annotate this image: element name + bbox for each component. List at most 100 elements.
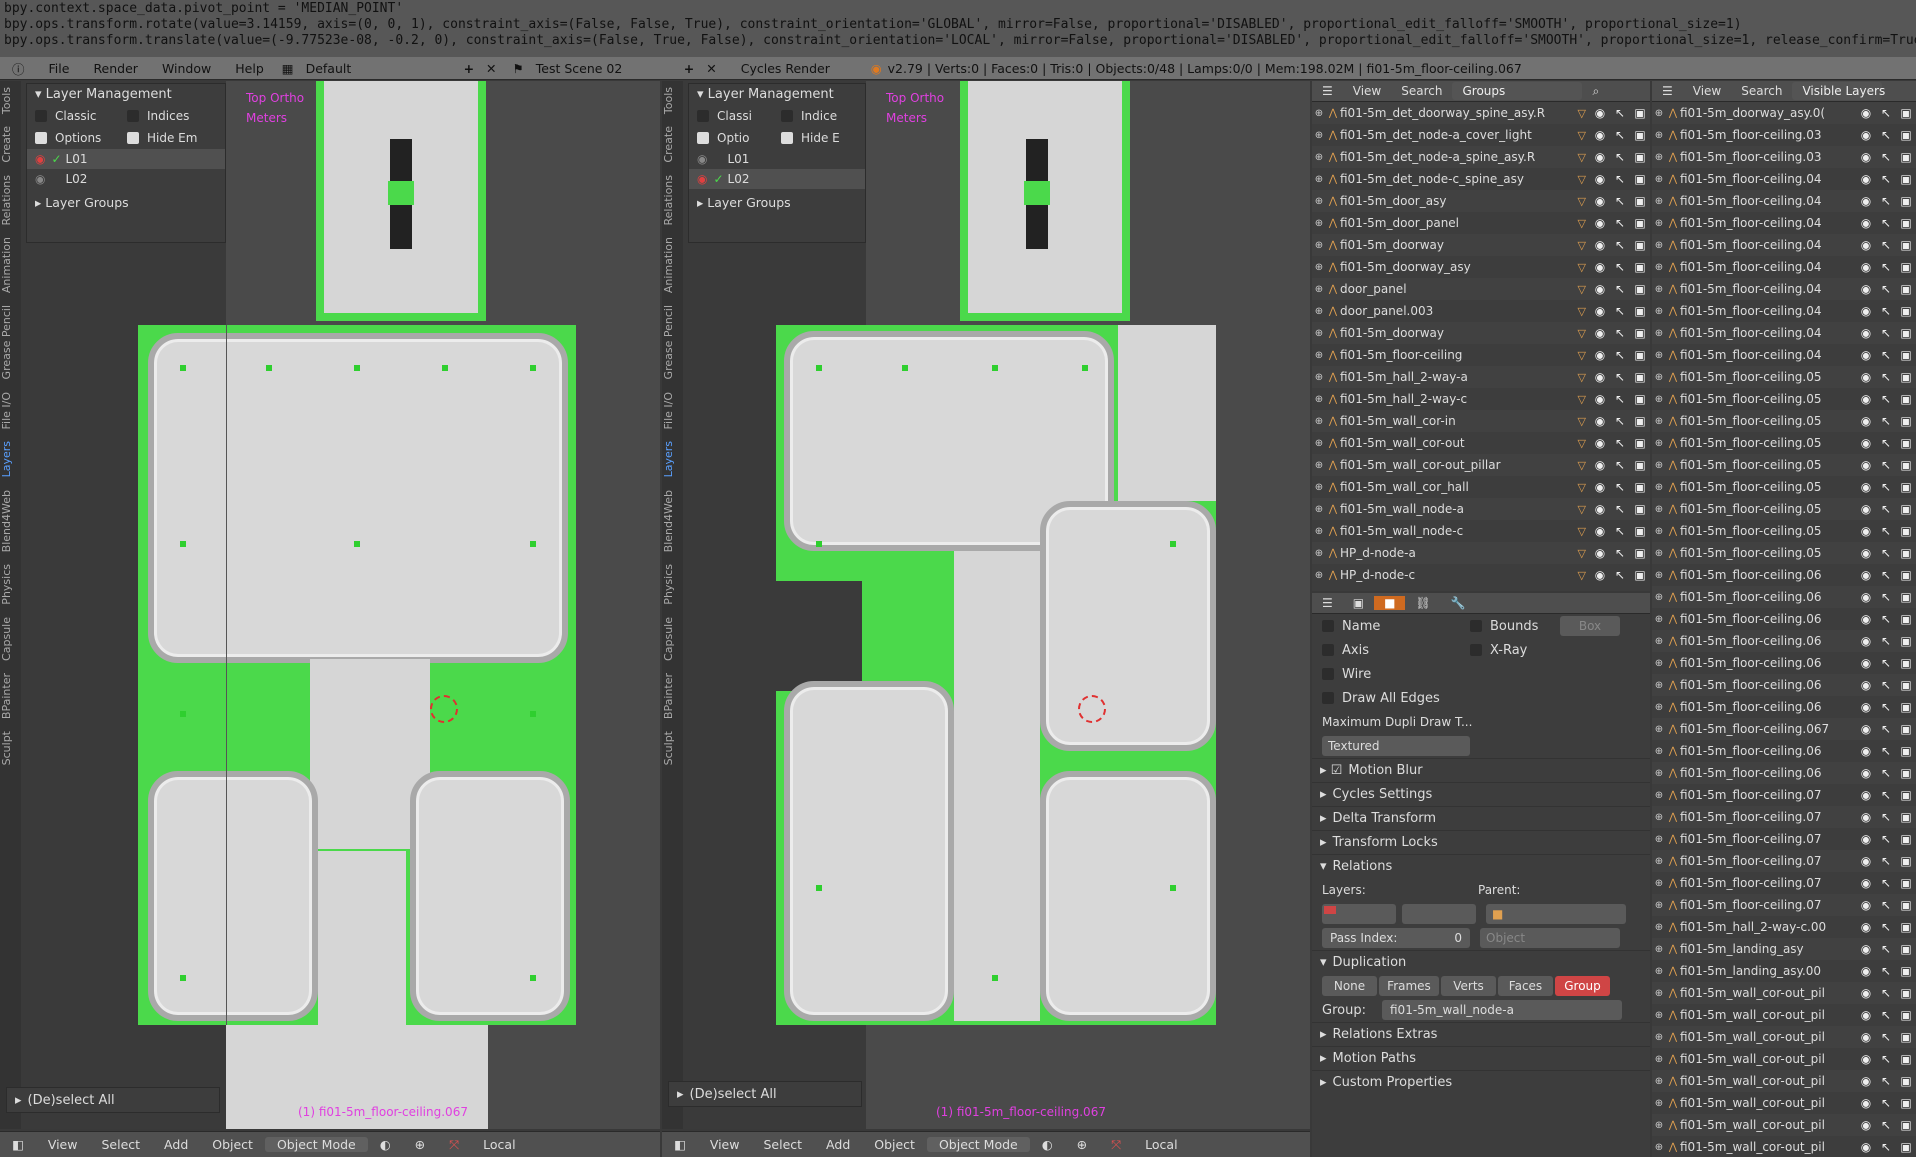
cursor-icon[interactable]: ↖ bbox=[1876, 1030, 1896, 1044]
eye-icon[interactable]: ◉ bbox=[1590, 524, 1610, 538]
expand-icon[interactable]: ⊕ bbox=[1652, 394, 1666, 405]
eye-icon[interactable]: ◉ bbox=[1856, 744, 1876, 758]
eye-icon[interactable]: ◉ bbox=[1590, 436, 1610, 450]
panel-relations-extras[interactable]: ▸ Relations Extras bbox=[1312, 1022, 1650, 1046]
close-layout-icon[interactable]: ✕ bbox=[480, 61, 502, 76]
eye-icon[interactable]: ◉ bbox=[1856, 568, 1876, 582]
eye-icon[interactable]: ◉ bbox=[1856, 502, 1876, 516]
outliner-row[interactable]: ⊕ ⋀ fi01-5m_door_panel ▽ ◉ ↖ ▣ bbox=[1312, 212, 1650, 234]
tab-animation[interactable]: Animation bbox=[0, 231, 13, 299]
cursor-icon[interactable]: ↖ bbox=[1610, 194, 1630, 208]
eye-icon[interactable]: ◉ bbox=[35, 172, 45, 186]
expand-icon[interactable]: ⊕ bbox=[1652, 438, 1666, 449]
cursor-icon[interactable]: ↖ bbox=[1610, 326, 1630, 340]
eye-icon[interactable]: ◉ bbox=[1856, 832, 1876, 846]
expand-icon[interactable]: ⊕ bbox=[1312, 306, 1326, 317]
shading-icon[interactable]: ◐ bbox=[1030, 1137, 1065, 1152]
camera-icon[interactable]: ▣ bbox=[1896, 1118, 1916, 1132]
expand-icon[interactable]: ⊕ bbox=[1652, 856, 1666, 867]
outliner-row[interactable]: ⊕ ⋀ fi01-5m_floor-ceiling.03 ◉ ↖ ▣ bbox=[1652, 124, 1916, 146]
eye-icon[interactable]: ◉ bbox=[697, 172, 707, 186]
outliner-row[interactable]: ⊕ ⋀ fi01-5m_floor-ceiling ▽ ◉ ↖ ▣ bbox=[1312, 344, 1650, 366]
expand-icon[interactable]: ⊕ bbox=[1312, 108, 1326, 119]
cursor-icon[interactable]: ↖ bbox=[1610, 150, 1630, 164]
eye-icon[interactable]: ◉ bbox=[1590, 392, 1610, 406]
camera-icon[interactable]: ▣ bbox=[1896, 546, 1916, 560]
expand-icon[interactable]: ⊕ bbox=[1652, 526, 1666, 537]
dup-verts-button[interactable]: Verts bbox=[1441, 976, 1496, 996]
camera-icon[interactable]: ▣ bbox=[1896, 634, 1916, 648]
expand-icon[interactable]: ⊕ bbox=[1312, 262, 1326, 273]
outliner-row[interactable]: ⊕ ⋀ fi01-5m_det_doorway_spine_asy.R ▽ ◉ ↖ ▣ bbox=[1312, 102, 1650, 124]
expand-icon[interactable]: ⊕ bbox=[1312, 482, 1326, 493]
eye-icon[interactable]: ◉ bbox=[1856, 876, 1876, 890]
mode-selector[interactable]: Object Mode bbox=[926, 1137, 1030, 1152]
cursor-icon[interactable]: ↖ bbox=[1876, 942, 1896, 956]
camera-icon[interactable]: ▣ bbox=[1896, 326, 1916, 340]
outliner-search-menu[interactable]: Search bbox=[1731, 84, 1792, 98]
camera-icon[interactable]: ▣ bbox=[1630, 128, 1650, 142]
wire-checkbox[interactable] bbox=[1322, 668, 1334, 680]
outliner-row[interactable]: ⊕ ⋀ fi01-5m_floor-ceiling.06 ◉ ↖ ▣ bbox=[1652, 630, 1916, 652]
classic-checkbox[interactable] bbox=[35, 110, 47, 122]
constraints-tab-icon[interactable]: ⛓ bbox=[1405, 596, 1440, 610]
outliner-row[interactable]: ⊕ ⋀ fi01-5m_doorway ▽ ◉ ↖ ▣ bbox=[1312, 234, 1650, 256]
tab-file-io[interactable]: File I/O bbox=[662, 386, 675, 436]
outliner-row[interactable]: ⊕ ⋀ fi01-5m_floor-ceiling.04 ◉ ↖ ▣ bbox=[1652, 322, 1916, 344]
tab-create[interactable]: Create bbox=[0, 120, 13, 169]
outliner-row[interactable]: ⊕ ⋀ fi01-5m_doorway ▽ ◉ ↖ ▣ bbox=[1312, 322, 1650, 344]
outliner-row[interactable]: ⊕ ⋀ fi01-5m_floor-ceiling.04 ◉ ↖ ▣ bbox=[1652, 212, 1916, 234]
options-checkbox[interactable] bbox=[35, 132, 47, 144]
parent-field[interactable]: ■ bbox=[1486, 904, 1626, 924]
tab-relations[interactable]: Relations bbox=[0, 169, 13, 232]
outliner-row[interactable]: ⊕ ⋀ fi01-5m_det_node-c_spine_asy ▽ ◉ ↖ ▣ bbox=[1312, 168, 1650, 190]
cursor-icon[interactable]: ↖ bbox=[1876, 238, 1896, 252]
expand-icon[interactable]: ⊕ bbox=[1652, 306, 1666, 317]
outliner-row[interactable]: ⊕ ⋀ fi01-5m_wall_cor-in ▽ ◉ ↖ ▣ bbox=[1312, 410, 1650, 432]
eye-icon[interactable]: ◉ bbox=[1856, 942, 1876, 956]
layer-row[interactable]: ◉ L02 bbox=[27, 169, 225, 189]
render-engine-selector[interactable]: Cycles Render bbox=[732, 59, 853, 77]
expand-icon[interactable]: ⊕ bbox=[1652, 724, 1666, 735]
cursor-icon[interactable]: ↖ bbox=[1876, 414, 1896, 428]
eye-icon[interactable]: ◉ bbox=[1856, 656, 1876, 670]
tab-physics[interactable]: Physics bbox=[662, 558, 675, 611]
cursor-icon[interactable]: ↖ bbox=[1876, 216, 1896, 230]
tab-relations[interactable]: Relations bbox=[662, 169, 675, 232]
editor-type-icon[interactable]: ◧ bbox=[662, 1137, 698, 1152]
expand-icon[interactable]: ⊕ bbox=[1312, 130, 1326, 141]
camera-icon[interactable]: ▣ bbox=[1896, 370, 1916, 384]
outliner-row[interactable]: ⊕ ⋀ fi01-5m_floor-ceiling.06 ◉ ↖ ▣ bbox=[1652, 740, 1916, 762]
outliner-row[interactable]: ⊕ ⋀ fi01-5m_floor-ceiling.04 ◉ ↖ ▣ bbox=[1652, 256, 1916, 278]
camera-icon[interactable]: ▣ bbox=[1896, 524, 1916, 538]
expand-icon[interactable]: ⊕ bbox=[1652, 174, 1666, 185]
outliner-row[interactable]: ⊕ ⋀ fi01-5m_doorway_asy.0(◉ ↖ ▣ bbox=[1652, 102, 1916, 124]
pivot-icon[interactable]: ⊕ bbox=[403, 1137, 437, 1152]
outliner-row[interactable]: ⊕ ⋀ door_panel.003 ▽ ◉ ↖ ▣ bbox=[1312, 300, 1650, 322]
add-layout-icon[interactable]: + bbox=[458, 61, 480, 76]
outliner-row[interactable]: ⊕ ⋀ fi01-5m_det_node-a_cover_light ▽ ◉ ↖ ▣ bbox=[1312, 124, 1650, 146]
camera-icon[interactable]: ▣ bbox=[1896, 458, 1916, 472]
indices-checkbox[interactable] bbox=[781, 110, 793, 122]
expand-icon[interactable]: ⊕ bbox=[1652, 1032, 1666, 1043]
eye-icon[interactable]: ◉ bbox=[1856, 458, 1876, 472]
cursor-icon[interactable]: ↖ bbox=[1876, 920, 1896, 934]
layout-selector[interactable]: Default bbox=[297, 59, 458, 77]
expand-icon[interactable]: ⊕ bbox=[1312, 218, 1326, 229]
eye-icon[interactable]: ◉ bbox=[1856, 766, 1876, 780]
cursor-icon[interactable]: ↖ bbox=[1610, 128, 1630, 142]
outliner-row[interactable]: ⊕ ⋀ fi01-5m_landing_asy ◉ ↖ ▣ bbox=[1652, 938, 1916, 960]
camera-icon[interactable]: ▣ bbox=[1630, 260, 1650, 274]
eye-icon[interactable]: ◉ bbox=[1856, 1008, 1876, 1022]
outliner-row[interactable]: ⊕ ⋀ fi01-5m_floor-ceiling.06 ◉ ↖ ▣ bbox=[1652, 696, 1916, 718]
eye-icon[interactable]: ◉ bbox=[35, 152, 45, 166]
outliner-row[interactable]: ⊕ ⋀ fi01-5m_floor-ceiling.05 ◉ ↖ ▣ bbox=[1652, 366, 1916, 388]
eye-icon[interactable]: ◉ bbox=[1856, 964, 1876, 978]
eye-icon[interactable]: ◉ bbox=[1856, 106, 1876, 120]
camera-icon[interactable]: ▣ bbox=[1630, 480, 1650, 494]
cursor-icon[interactable]: ↖ bbox=[1610, 458, 1630, 472]
cursor-icon[interactable]: ↖ bbox=[1610, 568, 1630, 582]
outliner-row[interactable]: ⊕ ⋀ fi01-5m_floor-ceiling.04 ◉ ↖ ▣ bbox=[1652, 190, 1916, 212]
eye-icon[interactable]: ◉ bbox=[1590, 260, 1610, 274]
camera-icon[interactable]: ▣ bbox=[1630, 546, 1650, 560]
